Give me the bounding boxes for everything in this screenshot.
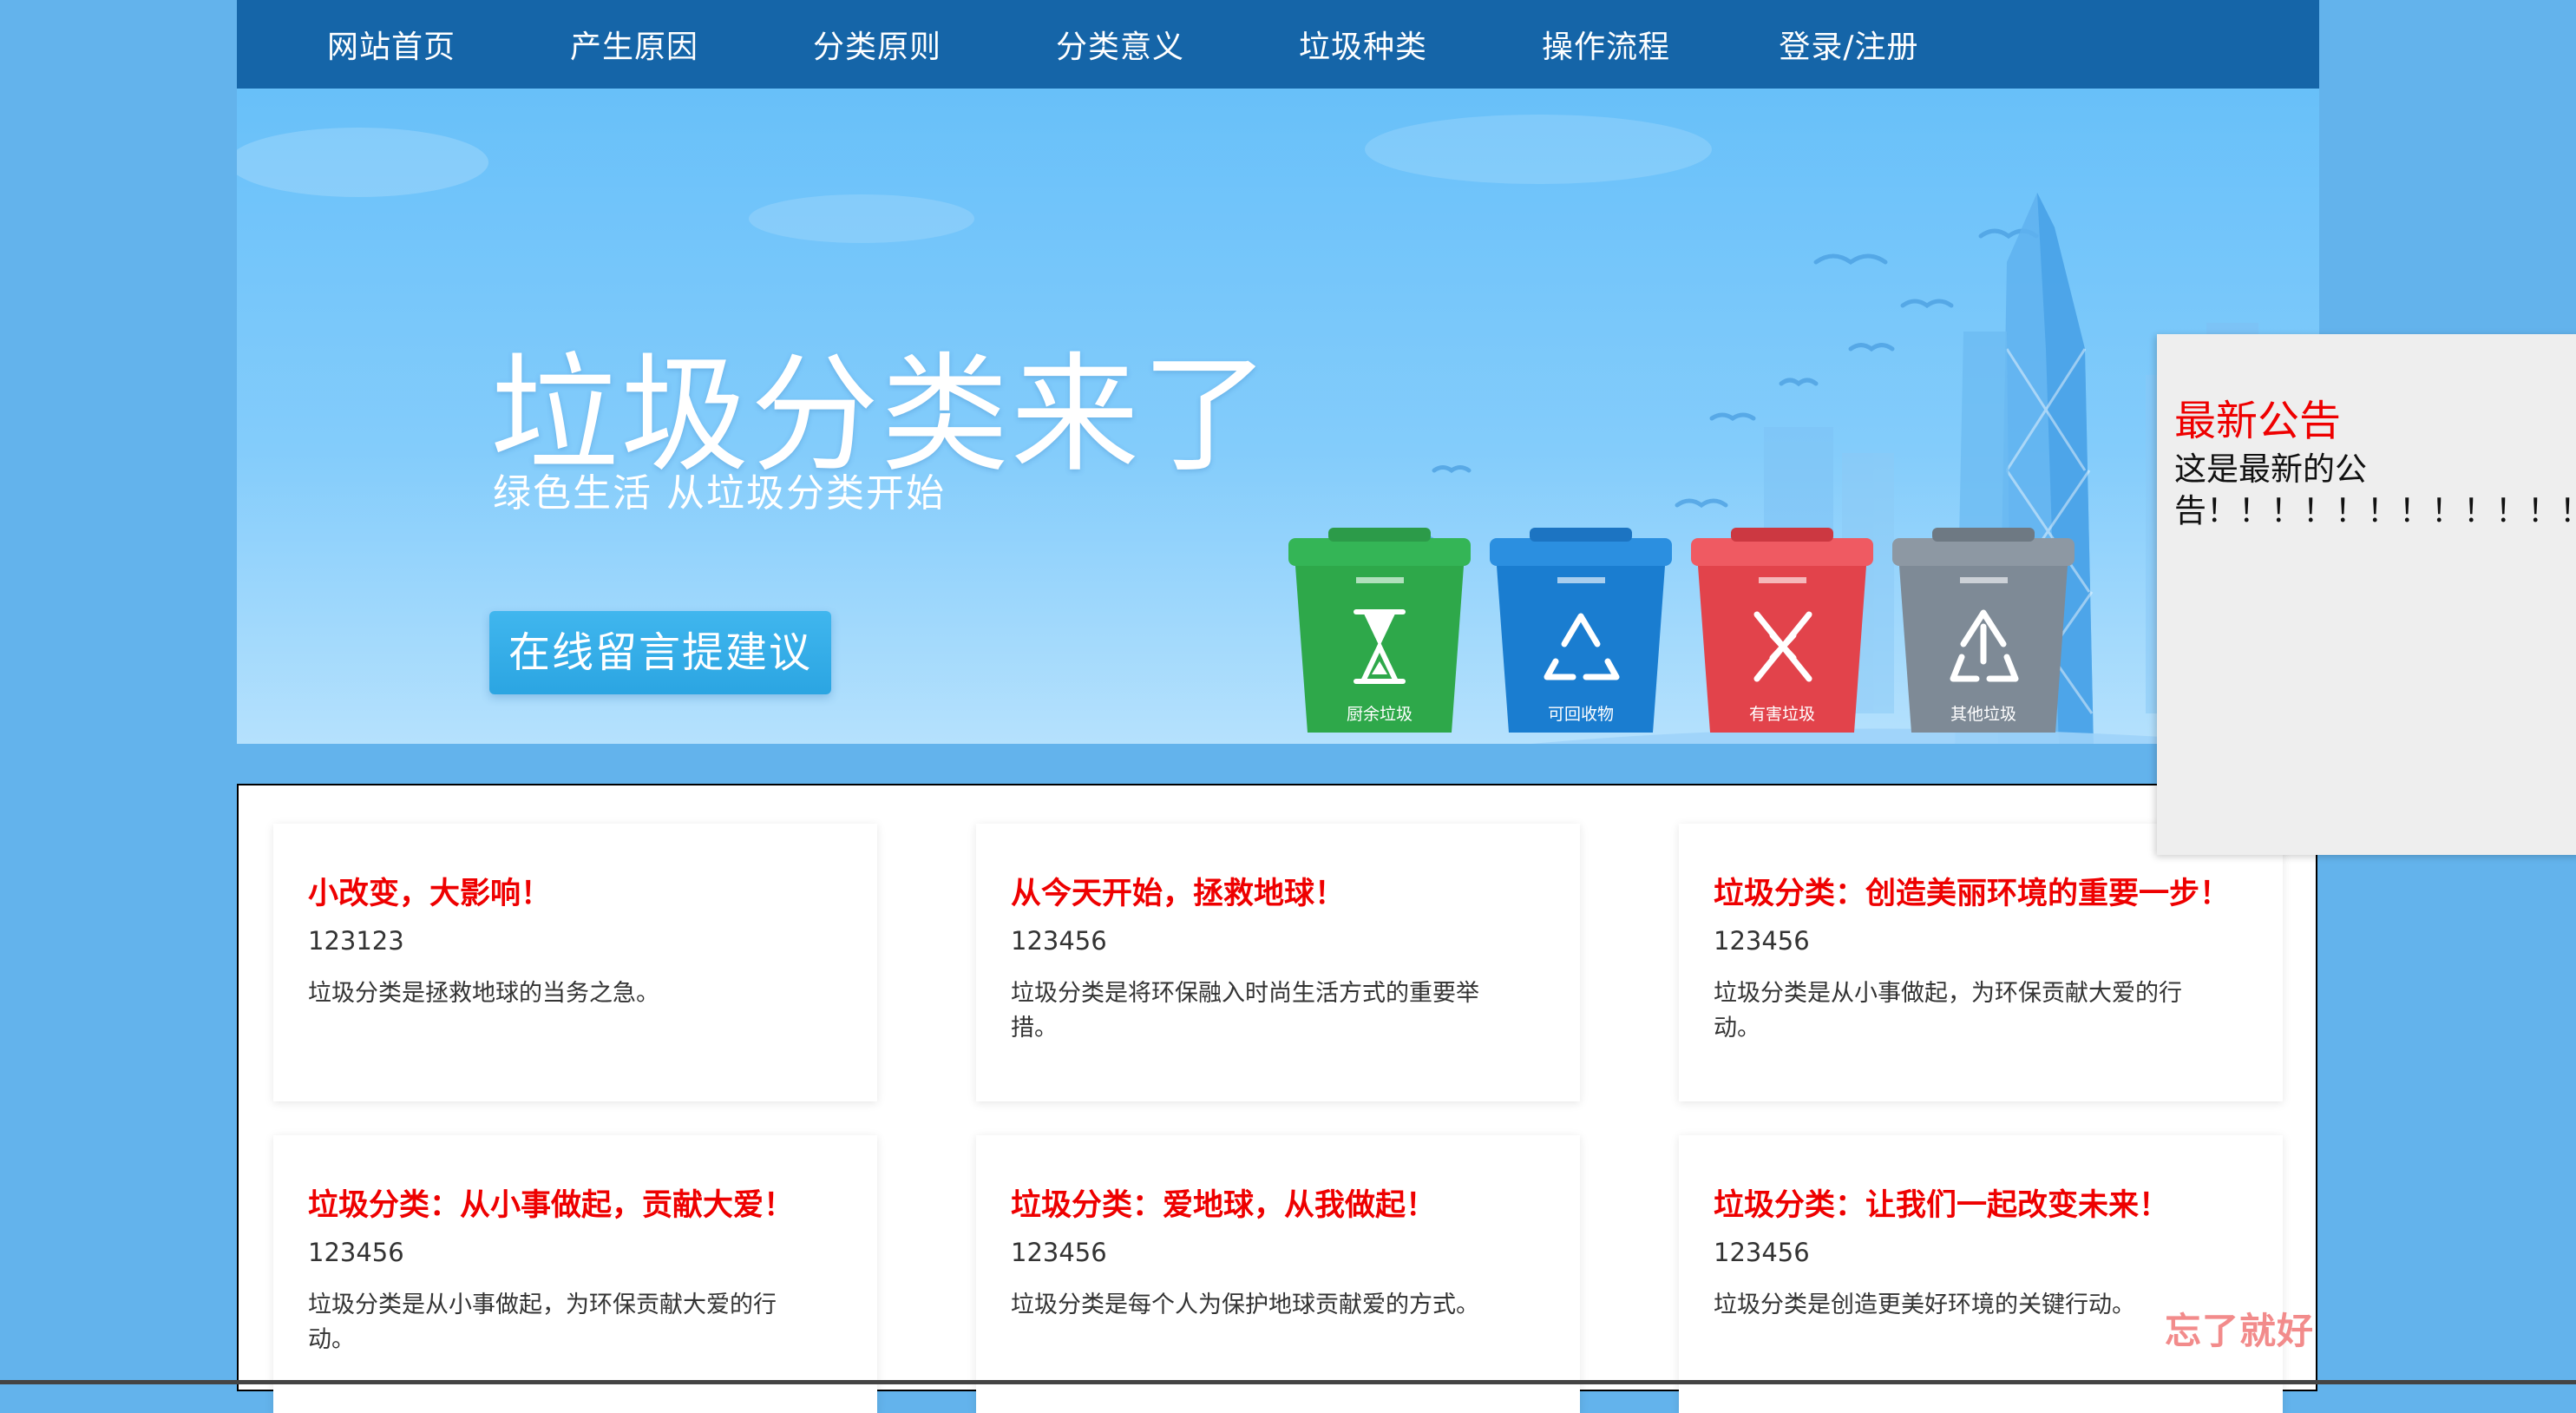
card-title[interactable]: 垃圾分类：创造美丽环境的重要一步！ [1714, 869, 2230, 913]
notice-panel: 最新公告 这是最新的公告！！！！！！！！！！！！ [2157, 334, 2576, 855]
card-number: 123456 [1011, 1238, 1107, 1267]
card-description: 垃圾分类是从小事做起，为环保贡献大爱的行动。 [1714, 980, 2182, 1042]
card-title[interactable]: 垃圾分类：从小事做起，贡献大爱！ [308, 1180, 794, 1225]
card-title[interactable]: 小改变，大影响！ [308, 869, 551, 913]
top-nav: 网站首页 产生原因 分类原则 分类意义 垃圾种类 操作流程 登录/注册 [237, 0, 2319, 89]
page-container: 网站首页 产生原因 分类原则 分类意义 垃圾种类 操作流程 登录/注册 垃圾分类… [237, 0, 2319, 744]
banner-subtitle: 绿色生活 从垃圾分类开始 [493, 471, 946, 516]
article-grid: 小改变，大影响！ 123123 垃圾分类是拯救地球的当务之急。 从今天开始，拯救… [237, 784, 2317, 1413]
card-number: 123456 [1714, 1238, 1810, 1267]
article-card[interactable]: 从今天开始，拯救地球！ 123456 垃圾分类是将环保融入时尚生活方式的重要举措… [976, 824, 1580, 1101]
article-card[interactable]: 垃圾分类：让我们一起改变未来！ 123456 垃圾分类是创造更美好环境的关键行动… [1679, 1135, 2283, 1413]
nav-item-significance[interactable]: 分类意义 [999, 22, 1242, 67]
window-bottom-edge [0, 1380, 2576, 1384]
hero-banner: 垃圾分类来了 绿色生活 从垃圾分类开始 在线留言提建议 厨余垃圾 可回收物 有害… [237, 89, 2319, 744]
nav-item-types[interactable]: 垃圾种类 [1242, 22, 1485, 67]
card-description: 垃圾分类是将环保融入时尚生活方式的重要举措。 [1011, 980, 1479, 1042]
bin-label-other: 其他垃圾 [1950, 705, 2016, 724]
card-description: 垃圾分类是从小事做起，为环保贡献大爱的行动。 [308, 1291, 777, 1353]
nav-item-process[interactable]: 操作流程 [1485, 22, 1727, 67]
card-number: 123456 [1011, 926, 1107, 956]
bin-label-recyclable: 可回收物 [1547, 705, 1614, 724]
article-card[interactable]: 垃圾分类：爱地球，从我做起！ 123456 垃圾分类是每个人为保护地球贡献爱的方… [976, 1135, 1580, 1413]
card-number: 123456 [308, 1238, 404, 1267]
card-number: 123123 [308, 926, 404, 956]
nav-item-principles[interactable]: 分类原则 [756, 22, 999, 67]
article-card[interactable]: 小改变，大影响！ 123123 垃圾分类是拯救地球的当务之急。 [273, 824, 877, 1101]
article-card[interactable]: 垃圾分类：从小事做起，贡献大爱！ 123456 垃圾分类是从小事做起，为环保贡献… [273, 1135, 877, 1413]
article-card[interactable]: 垃圾分类：创造美丽环境的重要一步！ 123456 垃圾分类是从小事做起，为环保贡… [1679, 824, 2283, 1101]
card-title[interactable]: 垃圾分类：让我们一起改变未来！ [1714, 1180, 2169, 1225]
card-description: 垃圾分类是拯救地球的当务之急。 [308, 980, 659, 1007]
nav-item-causes[interactable]: 产生原因 [513, 22, 756, 67]
notice-text: 这是最新的公告！！！！！！！！！！！！ [2174, 450, 2576, 529]
card-description: 垃圾分类是每个人为保护地球贡献爱的方式。 [1011, 1291, 1479, 1318]
watermark-text: 忘了就好 [2165, 1310, 2315, 1352]
bin-label-hazardous: 有害垃圾 [1748, 705, 1815, 724]
card-title[interactable]: 垃圾分类：爱地球，从我做起！ [1011, 1180, 1436, 1225]
notice-title: 最新公告 [2174, 397, 2342, 445]
card-number: 123456 [1714, 926, 1810, 956]
feedback-button[interactable]: 在线留言提建议 [489, 611, 831, 694]
bin-label-kitchen: 厨余垃圾 [1346, 705, 1413, 724]
card-description: 垃圾分类是创造更美好环境的关键行动。 [1714, 1291, 2135, 1318]
card-title[interactable]: 从今天开始，拯救地球！ [1011, 869, 1345, 913]
nav-item-home[interactable]: 网站首页 [270, 22, 513, 67]
nav-item-login[interactable]: 登录/注册 [1727, 22, 1970, 67]
